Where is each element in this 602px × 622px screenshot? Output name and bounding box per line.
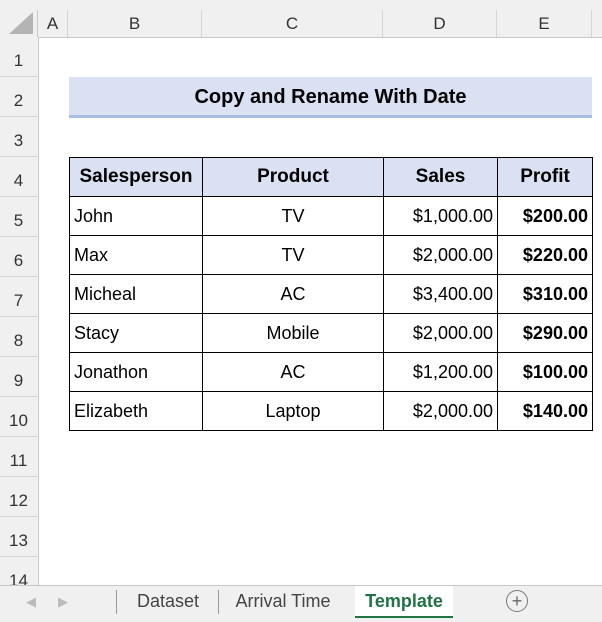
sales-cell[interactable]: $2,000.00 <box>383 313 498 353</box>
header-profit[interactable]: Profit <box>497 157 593 197</box>
salesperson-cell[interactable]: Max <box>69 235 203 275</box>
salesperson-cell[interactable]: Jonathon <box>69 352 203 392</box>
product-cell[interactable]: TV <box>202 196 384 236</box>
row-header-13[interactable]: 13 <box>0 517 37 557</box>
tab-separator <box>116 590 117 614</box>
row-header-6[interactable]: 6 <box>0 237 37 277</box>
row-header-bar: 1 2 3 4 5 6 7 8 9 10 11 12 13 14 <box>0 37 39 585</box>
table-row: Max TV $2,000.00 $220.00 <box>69 235 593 275</box>
scroll-left-icon[interactable]: ◀ <box>26 594 36 610</box>
table-row: John TV $1,000.00 $200.00 <box>69 196 593 236</box>
row-header-8[interactable]: 8 <box>0 317 37 357</box>
salesperson-cell[interactable]: Stacy <box>69 313 203 353</box>
sales-cell[interactable]: $2,000.00 <box>383 391 498 431</box>
product-cell[interactable]: AC <box>202 274 384 314</box>
profit-cell[interactable]: $290.00 <box>497 313 593 353</box>
profit-cell[interactable]: $100.00 <box>497 352 593 392</box>
sales-cell[interactable]: $1,000.00 <box>383 196 498 236</box>
salesperson-cell[interactable]: Elizabeth <box>69 391 203 431</box>
product-cell[interactable]: AC <box>202 352 384 392</box>
row-header-12[interactable]: 12 <box>0 477 37 517</box>
profit-cell[interactable]: $220.00 <box>497 235 593 275</box>
row-header-1[interactable]: 1 <box>0 37 37 77</box>
header-salesperson[interactable]: Salesperson <box>69 157 203 197</box>
sheet-tab-bar: ◀ ▶ Dataset Arrival Time Template + <box>0 585 602 622</box>
table-row: Jonathon AC $1,200.00 $100.00 <box>69 352 593 392</box>
sales-table: Salesperson Product Sales Profit John TV $… <box>69 157 593 431</box>
sales-cell[interactable]: $3,400.00 <box>383 274 498 314</box>
product-cell[interactable]: TV <box>202 235 384 275</box>
column-header-e[interactable]: E <box>497 10 592 37</box>
row-header-11[interactable]: 11 <box>0 437 37 477</box>
tab-dataset[interactable]: Dataset <box>120 586 216 616</box>
table-row: Micheal AC $3,400.00 $310.00 <box>69 274 593 314</box>
row-header-5[interactable]: 5 <box>0 197 37 237</box>
column-header-c[interactable]: C <box>202 10 383 37</box>
sales-cell[interactable]: $1,200.00 <box>383 352 498 392</box>
sales-cell[interactable]: $2,000.00 <box>383 235 498 275</box>
product-cell[interactable]: Laptop <box>202 391 384 431</box>
table-header-row: Salesperson Product Sales Profit <box>69 157 593 197</box>
table-row: Elizabeth Laptop $2,000.00 $140.00 <box>69 391 593 431</box>
column-header-bar: A B C D E <box>0 0 602 38</box>
select-all-button[interactable] <box>0 10 38 37</box>
scroll-right-icon[interactable]: ▶ <box>58 594 68 610</box>
profit-cell[interactable]: $200.00 <box>497 196 593 236</box>
salesperson-cell[interactable]: John <box>69 196 203 236</box>
add-sheet-icon[interactable]: + <box>506 590 528 612</box>
row-header-10[interactable]: 10 <box>0 397 37 437</box>
product-cell[interactable]: Mobile <box>202 313 384 353</box>
tab-separator <box>218 590 219 614</box>
profit-cell[interactable]: $310.00 <box>497 274 593 314</box>
table-row: Stacy Mobile $2,000.00 $290.00 <box>69 313 593 353</box>
row-header-3[interactable]: 3 <box>0 117 37 157</box>
column-header-b[interactable]: B <box>68 10 202 37</box>
tab-arrival-time[interactable]: Arrival Time <box>222 586 344 616</box>
sheet-title[interactable]: Copy and Rename With Date <box>69 77 592 118</box>
tab-template[interactable]: Template <box>355 586 453 618</box>
salesperson-cell[interactable]: Micheal <box>69 274 203 314</box>
row-header-4[interactable]: 4 <box>0 157 37 197</box>
row-header-7[interactable]: 7 <box>0 277 37 317</box>
header-sales[interactable]: Sales <box>383 157 498 197</box>
profit-cell[interactable]: $140.00 <box>497 391 593 431</box>
column-header-a[interactable]: A <box>38 10 68 37</box>
column-header-d[interactable]: D <box>383 10 497 37</box>
row-header-9[interactable]: 9 <box>0 357 37 397</box>
row-header-14[interactable]: 14 <box>0 557 37 585</box>
header-product[interactable]: Product <box>202 157 384 197</box>
row-header-2[interactable]: 2 <box>0 77 37 117</box>
